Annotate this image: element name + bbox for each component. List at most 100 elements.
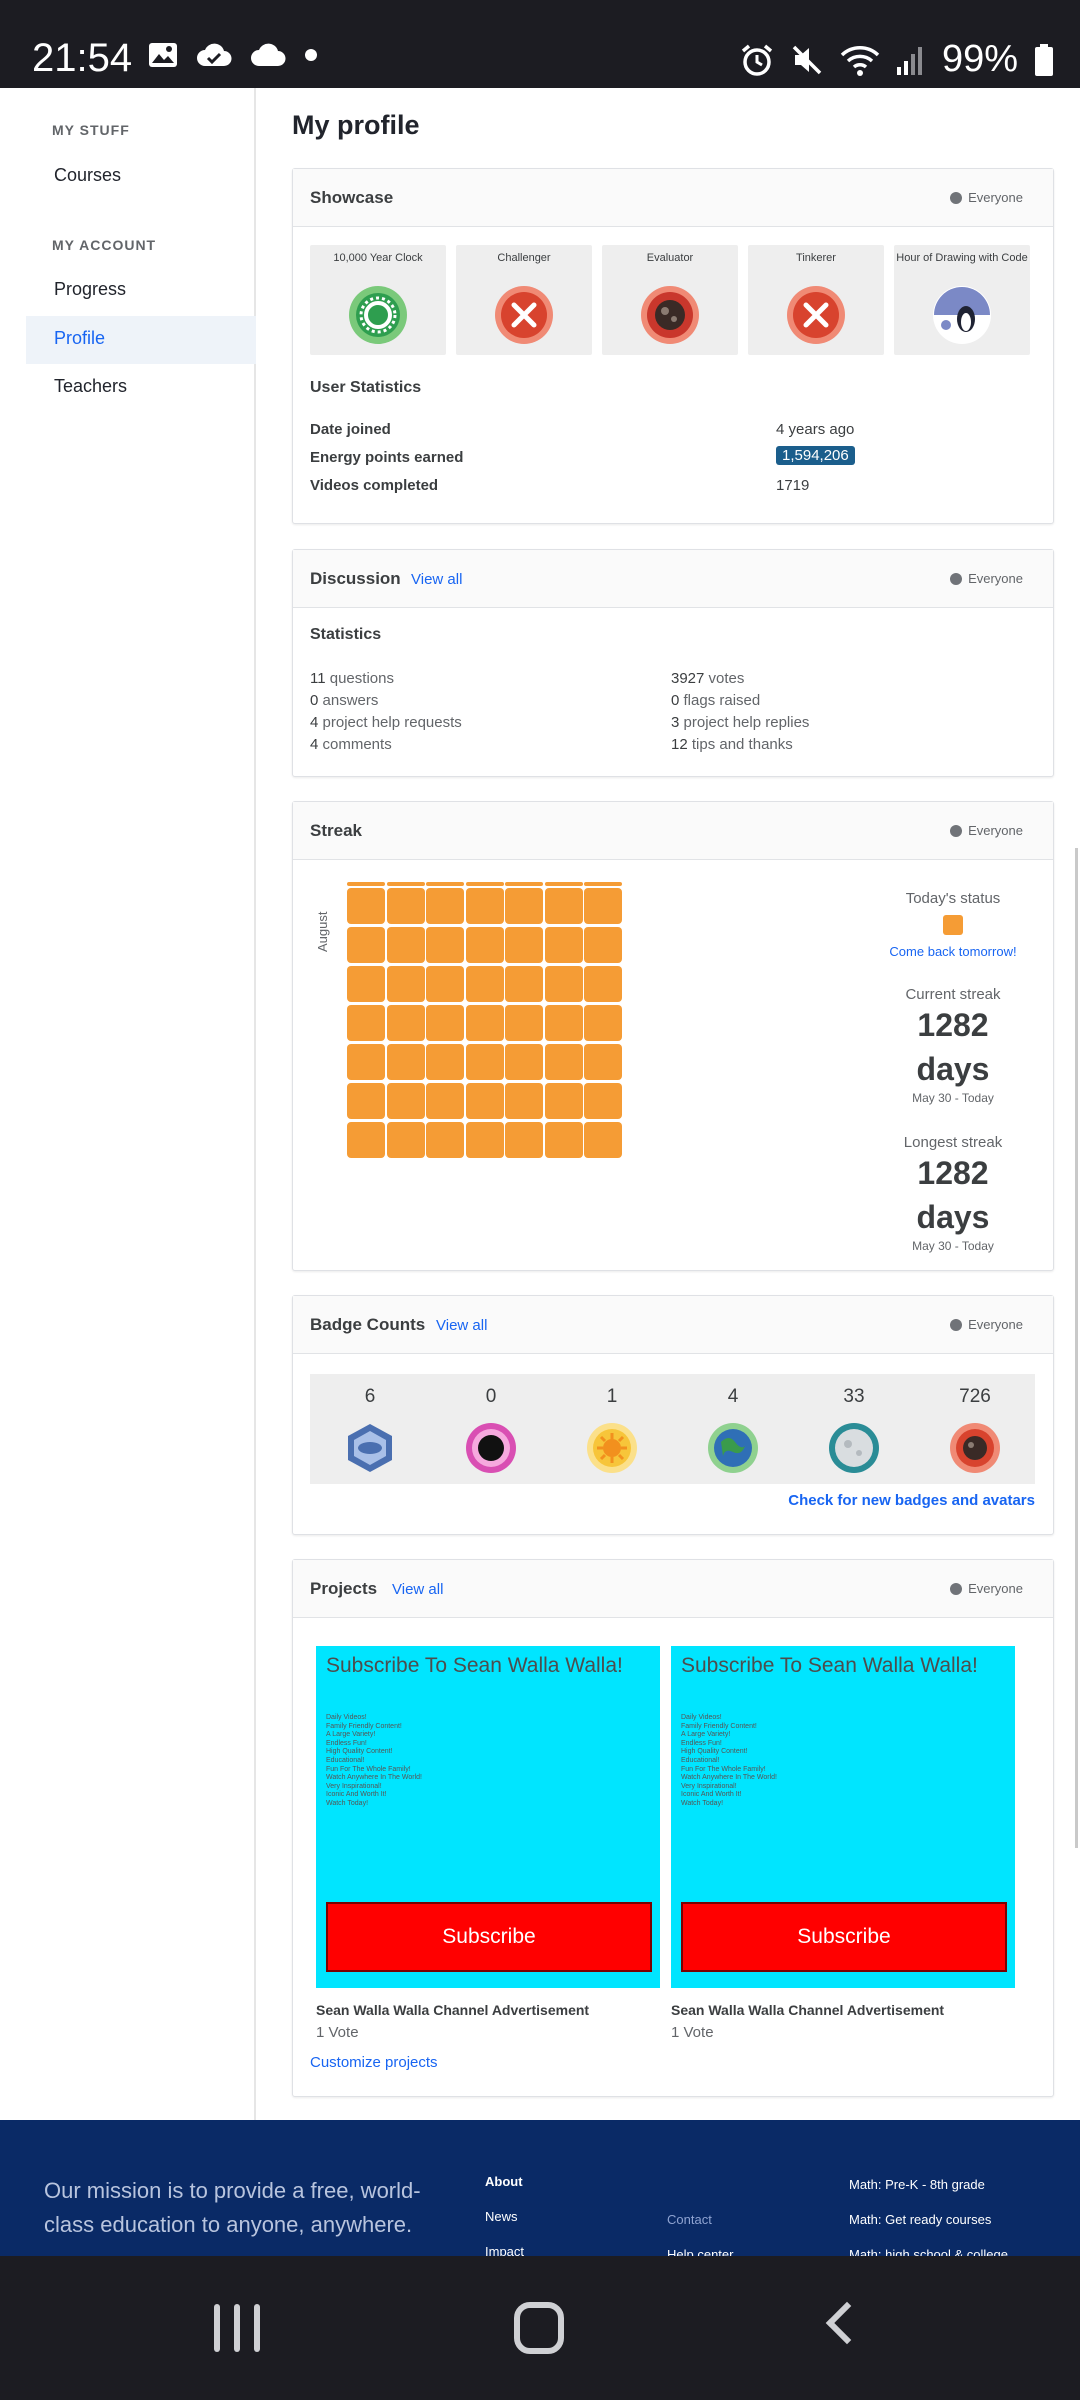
- visibility-selector[interactable]: Everyone: [950, 190, 1023, 205]
- customize-projects-link[interactable]: Customize projects: [310, 2054, 438, 2071]
- streak-day-cell: [544, 1122, 583, 1158]
- visibility-label: Everyone: [968, 1581, 1023, 1596]
- stat-count: 3927: [671, 670, 705, 687]
- footer-link-help-center[interactable]: Help center: [667, 2247, 733, 2256]
- alarm-icon: [741, 44, 773, 76]
- showcase-badge[interactable]: Challenger: [456, 245, 592, 355]
- project-thumbnail[interactable]: Subscribe To Sean Walla Walla! Daily Vid…: [671, 1646, 1015, 1988]
- cloud-check-icon: [197, 43, 232, 66]
- system-icons: 99%: [740, 38, 1054, 81]
- badge-count: 0: [485, 1386, 497, 1407]
- scrollbar[interactable]: [1075, 848, 1078, 1848]
- badge-count: 4: [727, 1386, 739, 1407]
- badge-category-sun[interactable]: 1: [552, 1374, 672, 1484]
- badge-count: 33: [843, 1386, 865, 1407]
- visibility-label: Everyone: [968, 823, 1023, 838]
- today-status-indicator: [943, 915, 963, 935]
- visibility-selector[interactable]: Everyone: [950, 1581, 1023, 1596]
- badge-category-moon[interactable]: 33: [794, 1374, 914, 1484]
- back-icon[interactable]: [825, 2301, 869, 2345]
- sidebar-item-teachers[interactable]: Teachers: [54, 376, 127, 397]
- longest-streak-unit: days: [916, 1199, 990, 1235]
- visibility-selector[interactable]: Everyone: [950, 823, 1023, 838]
- check-badges-link[interactable]: Check for new badges and avatars: [788, 1492, 1035, 1509]
- stat-text: project help requests: [318, 714, 462, 731]
- current-streak-label: Current streak: [905, 986, 1001, 1003]
- streak-day-cell: [426, 927, 464, 963]
- showcase-badge[interactable]: 10,000 Year Clock: [310, 245, 446, 355]
- sidebar-item-progress[interactable]: Progress: [54, 279, 126, 300]
- footer: Our mission is to provide a free, world-…: [0, 2120, 1080, 2256]
- badge-category-challenge[interactable]: 6: [310, 1374, 430, 1484]
- badge-category-earth[interactable]: 4: [673, 1374, 793, 1484]
- badge-count: 6: [364, 1386, 376, 1407]
- streak-day-cell: [347, 1122, 385, 1158]
- streak-day-cell: [426, 1083, 464, 1119]
- badge-count: 726: [959, 1386, 991, 1407]
- home-icon[interactable]: [514, 2302, 564, 2354]
- footer-link-math-prek[interactable]: Math: Pre-K - 8th grade: [849, 2177, 985, 2192]
- footer-about-heading: About: [485, 2174, 523, 2189]
- badge-category-black-hole[interactable]: 0: [431, 1374, 551, 1484]
- showcase-card: Showcase Everyone 10,000 Year Clock Chal…: [292, 168, 1054, 524]
- project-thumb-heading: Subscribe To Sean Walla Walla!: [681, 1654, 978, 1677]
- sidebar-heading-my-account: MY ACCOUNT: [52, 237, 157, 253]
- footer-link-math-get-ready[interactable]: Math: Get ready courses: [849, 2212, 991, 2227]
- globe-icon: [950, 1582, 963, 1595]
- today-status-label: Today's status: [905, 890, 1001, 907]
- current-streak-range: May 30 - Today: [912, 1091, 994, 1105]
- streak-day-cell: [584, 1044, 622, 1080]
- discussion-stat: 0 answers: [310, 692, 378, 709]
- stat-value-energy-points: 1,594,206: [776, 446, 855, 465]
- streak-day-cell: [347, 966, 385, 1002]
- stat-text: project help replies: [679, 714, 810, 731]
- streak-day-cell: [426, 1044, 464, 1080]
- sidebar-item-profile[interactable]: Profile: [54, 328, 105, 349]
- sidebar-item-courses[interactable]: Courses: [54, 165, 121, 186]
- project-title[interactable]: Sean Walla Walla Channel Advertisement: [671, 2002, 944, 2018]
- streak-day-cell: [465, 888, 504, 924]
- dot-icon: [305, 49, 317, 61]
- streak-day-cell: [465, 1044, 504, 1080]
- streak-day-cell: [465, 966, 504, 1002]
- recent-apps-icon[interactable]: [214, 2304, 260, 2352]
- footer-link-news[interactable]: News: [485, 2209, 518, 2224]
- streak-day-cell: [386, 1122, 425, 1158]
- discussion-view-all-link[interactable]: View all: [411, 571, 462, 588]
- streak-day-cell: [544, 927, 583, 963]
- challenge-patch-icon: [348, 1424, 392, 1472]
- project-thumbnail[interactable]: Subscribe To Sean Walla Walla! Daily Vid…: [316, 1646, 660, 1988]
- project-thumb-subscribe: Subscribe: [326, 1902, 652, 1972]
- discussion-stat: 3927 votes: [671, 670, 744, 687]
- streak-day-cell: [347, 888, 385, 924]
- footer-link-impact[interactable]: Impact: [485, 2244, 524, 2256]
- footer-link-math-high-school[interactable]: Math: high school & college: [849, 2247, 1008, 2256]
- badge-counts-view-all-link[interactable]: View all: [436, 1317, 487, 1334]
- visibility-selector[interactable]: Everyone: [950, 571, 1023, 586]
- badge-name: 10,000 Year Clock: [333, 252, 423, 264]
- tools-badge-icon: [495, 286, 553, 344]
- streak-day-cell: [584, 927, 622, 963]
- projects-view-all-link[interactable]: View all: [392, 1581, 443, 1598]
- visibility-label: Everyone: [968, 571, 1023, 586]
- showcase-badge[interactable]: Evaluator: [602, 245, 738, 355]
- come-back-message: Come back tomorrow!: [889, 944, 1017, 959]
- streak-day-cell: [584, 1005, 622, 1041]
- status-bar: 21:54 99%: [0, 0, 1080, 88]
- stat-text: questions: [325, 670, 394, 687]
- cloud-icon: [251, 43, 286, 66]
- discussion-stat: 4 project help requests: [310, 714, 462, 731]
- projects-title: Projects: [310, 1579, 378, 1598]
- badge-name: Challenger: [497, 252, 551, 264]
- stat-text: tips and thanks: [687, 736, 793, 753]
- sidebar-heading-my-stuff: MY STUFF: [52, 122, 130, 138]
- showcase-badge[interactable]: Tinkerer: [748, 245, 884, 355]
- badge-category-meteorite[interactable]: 726: [915, 1374, 1035, 1484]
- streak-day-cell: [386, 888, 425, 924]
- battery-percent: 99%: [941, 38, 1018, 80]
- visibility-selector[interactable]: Everyone: [950, 1317, 1023, 1332]
- mute-icon: [792, 45, 822, 74]
- project-title[interactable]: Sean Walla Walla Channel Advertisement: [316, 2002, 589, 2018]
- showcase-badge[interactable]: Hour of Drawing with Code: [894, 245, 1030, 355]
- streak-header: Streak Everyone: [293, 802, 1053, 860]
